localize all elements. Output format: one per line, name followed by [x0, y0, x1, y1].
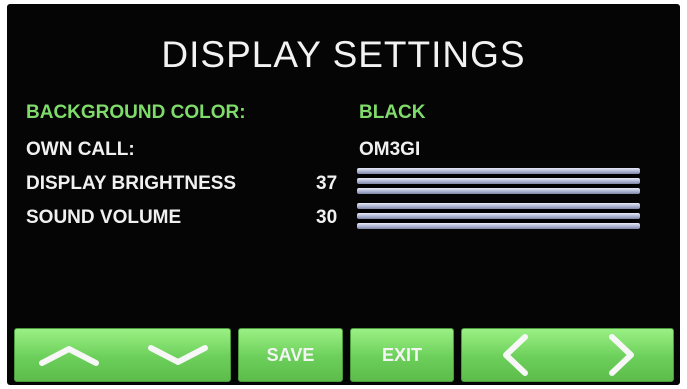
- slider-stripe: [357, 188, 640, 194]
- slider-stripe: [357, 178, 640, 184]
- chevron-down-icon: [147, 345, 208, 365]
- next-button[interactable]: [568, 329, 675, 381]
- chevron-up-icon: [39, 346, 99, 366]
- left-right-button[interactable]: [461, 328, 674, 382]
- sound-volume-slider[interactable]: [357, 203, 640, 229]
- exit-button[interactable]: EXIT: [350, 328, 454, 382]
- display-brightness-value: 37: [316, 173, 338, 194]
- slider-stripe: [357, 203, 640, 209]
- chevron-left-icon: [503, 334, 528, 376]
- save-button[interactable]: SAVE: [238, 328, 343, 382]
- slider-stripe: [357, 213, 640, 219]
- scroll-up-button[interactable]: [15, 329, 123, 381]
- background-color-value[interactable]: BLACK: [359, 102, 426, 124]
- sound-volume-label: SOUND VOLUME: [26, 207, 182, 228]
- display-brightness-slider[interactable]: [357, 168, 640, 194]
- exit-button-label: EXIT: [381, 344, 422, 365]
- slider-stripe: [357, 168, 640, 174]
- slider-stripe: [357, 223, 640, 229]
- save-button-label: SAVE: [266, 344, 315, 365]
- up-down-button[interactable]: [14, 328, 231, 382]
- previous-button[interactable]: [462, 329, 568, 381]
- sound-volume-value: 30: [316, 207, 338, 228]
- own-call-value[interactable]: OM3GI: [359, 139, 420, 161]
- own-call-label: OWN CALL:: [26, 139, 135, 160]
- page-title: DISPLAY SETTINGS: [161, 34, 526, 75]
- background-color-label: BACKGROUND COLOR:: [26, 102, 246, 123]
- chevron-right-icon: [608, 334, 634, 376]
- scroll-down-button[interactable]: [123, 329, 232, 381]
- display-brightness-label: DISPLAY BRIGHTNESS: [26, 173, 237, 194]
- display-screen: DISPLAY SETTINGS BACKGROUND COLOR: BLACK…: [7, 4, 680, 385]
